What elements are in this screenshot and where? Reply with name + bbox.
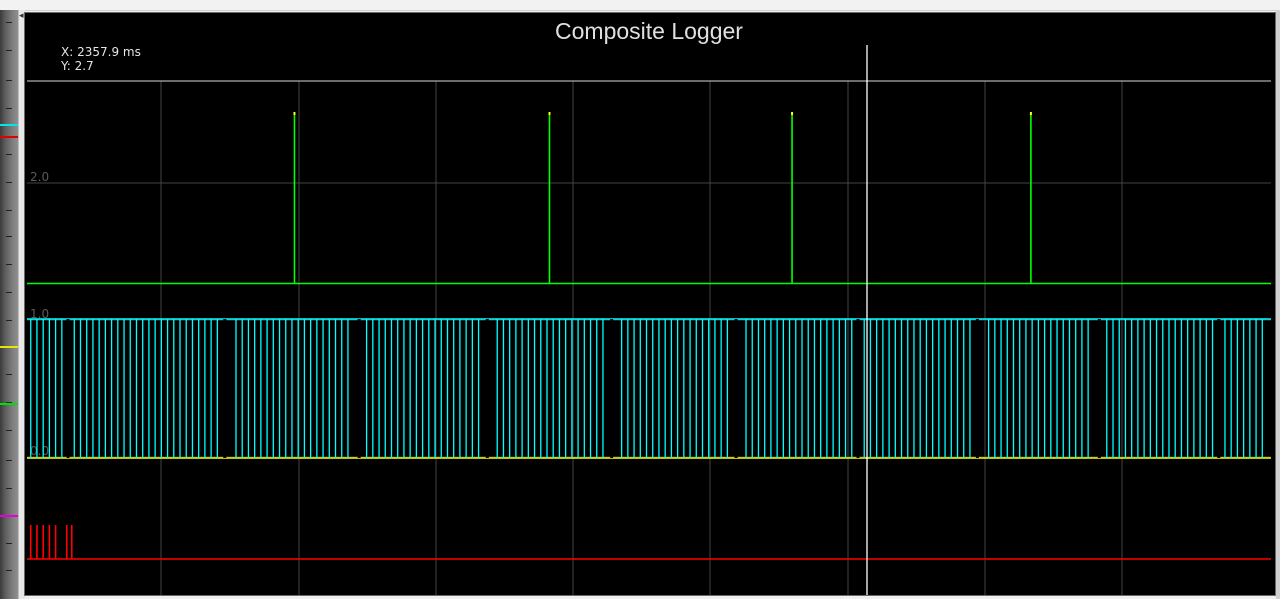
panel-tick	[6, 50, 12, 51]
cursor-x-value: 2357.9 ms	[77, 45, 141, 59]
signal-color-swatch[interactable]	[0, 136, 18, 138]
panel-tick	[6, 320, 12, 321]
cursor-y-label: Y:	[61, 59, 71, 73]
panel-tick	[6, 292, 12, 293]
panel-tick	[6, 264, 12, 265]
chart-title: Composite Logger	[555, 18, 743, 44]
panel-tick	[6, 108, 12, 109]
signal-color-swatch[interactable]	[0, 124, 18, 126]
panel-tick	[6, 543, 12, 544]
panel-tick	[6, 236, 12, 237]
panel-tick	[6, 210, 12, 211]
panel-tick	[6, 374, 12, 375]
composite-logger-chart[interactable]: 2.01.00.0Composite Logger	[25, 13, 1275, 595]
signal-color-swatch[interactable]	[0, 515, 18, 517]
signal-color-swatch[interactable]	[0, 403, 18, 405]
panel-tick	[6, 22, 12, 23]
trigger-pulse-tip	[1029, 112, 1032, 115]
trigger-pulse-tip	[548, 112, 551, 115]
y-tick-label: 0.0	[30, 444, 49, 458]
trigger-pulse-tip	[293, 112, 296, 115]
signal-selector-panel[interactable]	[0, 10, 18, 599]
cursor-y-value: 2.7	[74, 59, 94, 73]
plot-area[interactable]: 2.0 1.0 0.0 Composite Logger X: 2357.9 ms Y…	[24, 12, 1276, 596]
cursor-x-label: X:	[61, 45, 74, 59]
panel-tick	[6, 570, 12, 571]
panel-tick	[6, 154, 12, 155]
panel-tick	[6, 80, 12, 81]
cursor-readout: X: 2357.9 ms Y: 2.7	[61, 45, 141, 73]
panel-tick	[6, 182, 12, 183]
panel-tick	[6, 430, 12, 431]
window-top-strip	[0, 0, 1280, 11]
panel-tick	[6, 488, 12, 489]
y-tick-label: 2.0	[30, 170, 49, 184]
panel-tick	[6, 460, 12, 461]
cursor-y-readout: Y: 2.7	[61, 59, 141, 73]
signal-color-swatch[interactable]	[0, 346, 18, 348]
right-edge	[1276, 10, 1280, 599]
cursor-x-readout: X: 2357.9 ms	[61, 45, 141, 59]
trigger-pulse-tip	[791, 112, 794, 115]
